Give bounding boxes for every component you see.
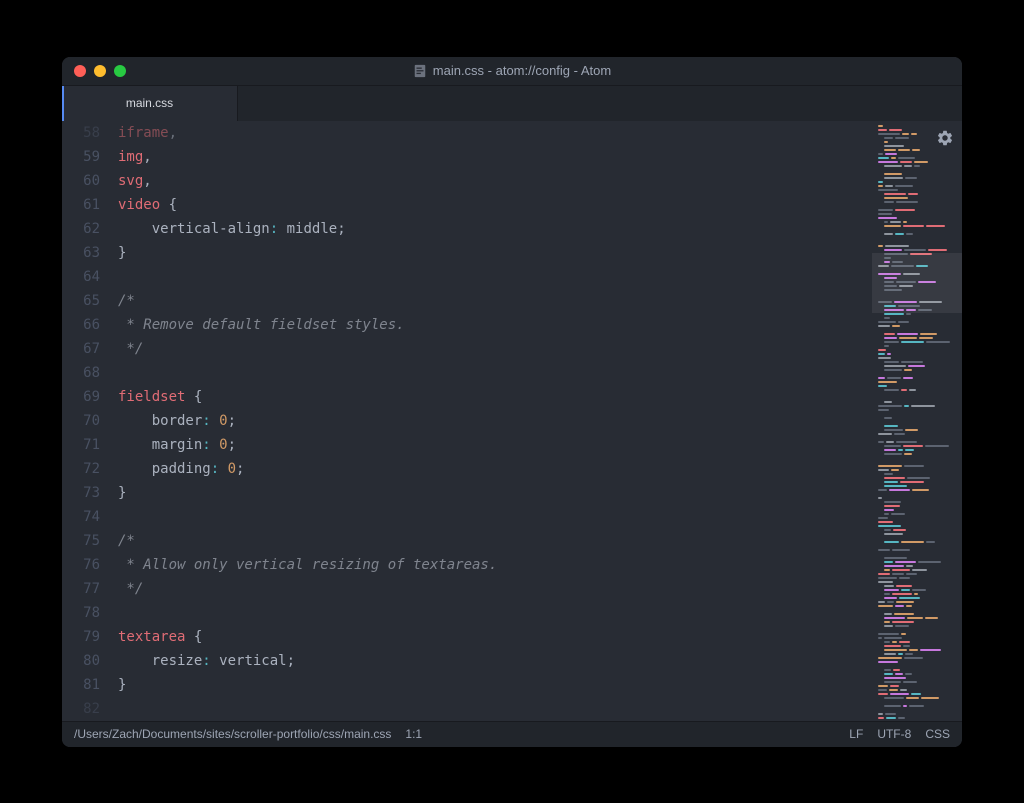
- code-line[interactable]: /*: [118, 289, 872, 313]
- code-line[interactable]: [118, 265, 872, 289]
- code-line[interactable]: */: [118, 337, 872, 361]
- code-editor[interactable]: 5859606162636465666768697071727374757677…: [62, 121, 872, 721]
- line-number[interactable]: 67: [62, 337, 100, 361]
- line-number[interactable]: 73: [62, 481, 100, 505]
- line-number[interactable]: 62: [62, 217, 100, 241]
- code-line[interactable]: [118, 601, 872, 625]
- line-gutter[interactable]: 5859606162636465666768697071727374757677…: [62, 121, 110, 721]
- line-number[interactable]: 82: [62, 697, 100, 721]
- code-line[interactable]: * Remove default fieldset styles.: [118, 313, 872, 337]
- code-line[interactable]: fieldset {: [118, 385, 872, 409]
- file-path[interactable]: /Users/Zach/Documents/sites/scroller-por…: [74, 727, 391, 741]
- code-line[interactable]: margin: 0;: [118, 433, 872, 457]
- encoding[interactable]: UTF-8: [877, 727, 911, 741]
- code-line[interactable]: vertical-align: middle;: [118, 217, 872, 241]
- line-number[interactable]: 74: [62, 505, 100, 529]
- grammar[interactable]: CSS: [925, 727, 950, 741]
- code-line[interactable]: img,: [118, 145, 872, 169]
- cursor-position[interactable]: 1:1: [405, 727, 422, 741]
- window-title: main.css - atom://config - Atom: [62, 63, 962, 78]
- line-number[interactable]: 58: [62, 121, 100, 145]
- code-line[interactable]: [118, 505, 872, 529]
- code-line[interactable]: video {: [118, 193, 872, 217]
- titlebar[interactable]: main.css - atom://config - Atom: [62, 57, 962, 85]
- traffic-lights: [74, 65, 126, 77]
- code-line[interactable]: }: [118, 673, 872, 697]
- status-right: LF UTF-8 CSS: [849, 727, 950, 741]
- line-number[interactable]: 77: [62, 577, 100, 601]
- code-line[interactable]: }: [118, 481, 872, 505]
- line-number[interactable]: 75: [62, 529, 100, 553]
- gear-icon[interactable]: [936, 129, 954, 147]
- code-line[interactable]: [118, 697, 872, 721]
- line-number[interactable]: 66: [62, 313, 100, 337]
- app-window: main.css - atom://config - Atom main.css…: [62, 57, 962, 747]
- code-line[interactable]: }: [118, 241, 872, 265]
- code-line[interactable]: padding: 0;: [118, 457, 872, 481]
- code-line[interactable]: * Allow only vertical resizing of textar…: [118, 553, 872, 577]
- editor-area: 5859606162636465666768697071727374757677…: [62, 121, 962, 721]
- zoom-button[interactable]: [114, 65, 126, 77]
- tab-bar-empty[interactable]: [237, 86, 962, 121]
- tab-main-css[interactable]: main.css: [62, 86, 237, 121]
- line-number[interactable]: 61: [62, 193, 100, 217]
- code-line[interactable]: [118, 361, 872, 385]
- line-number[interactable]: 70: [62, 409, 100, 433]
- line-number[interactable]: 59: [62, 145, 100, 169]
- code-line[interactable]: border: 0;: [118, 409, 872, 433]
- code-line[interactable]: textarea {: [118, 625, 872, 649]
- line-number[interactable]: 72: [62, 457, 100, 481]
- code-line[interactable]: /*: [118, 529, 872, 553]
- status-left: /Users/Zach/Documents/sites/scroller-por…: [74, 727, 849, 741]
- code-line[interactable]: svg,: [118, 169, 872, 193]
- line-number[interactable]: 80: [62, 649, 100, 673]
- code-line[interactable]: resize: vertical;: [118, 649, 872, 673]
- code-line[interactable]: */: [118, 577, 872, 601]
- line-number[interactable]: 60: [62, 169, 100, 193]
- close-button[interactable]: [74, 65, 86, 77]
- tab-bar: main.css: [62, 85, 962, 121]
- line-number[interactable]: 81: [62, 673, 100, 697]
- code-content[interactable]: iframe,img,svg,video { vertical-align: m…: [110, 121, 872, 721]
- line-number[interactable]: 78: [62, 601, 100, 625]
- line-number[interactable]: 65: [62, 289, 100, 313]
- window-title-text: main.css - atom://config - Atom: [433, 63, 611, 78]
- code-line[interactable]: iframe,: [118, 121, 872, 145]
- minimap-viewport[interactable]: [872, 253, 962, 313]
- line-number[interactable]: 68: [62, 361, 100, 385]
- line-number[interactable]: 76: [62, 553, 100, 577]
- file-icon: [413, 64, 427, 78]
- line-number[interactable]: 64: [62, 265, 100, 289]
- status-bar: /Users/Zach/Documents/sites/scroller-por…: [62, 721, 962, 747]
- line-number[interactable]: 63: [62, 241, 100, 265]
- tab-label: main.css: [126, 96, 173, 110]
- minimap[interactable]: [872, 121, 962, 721]
- minimize-button[interactable]: [94, 65, 106, 77]
- line-ending[interactable]: LF: [849, 727, 863, 741]
- line-number[interactable]: 69: [62, 385, 100, 409]
- line-number[interactable]: 79: [62, 625, 100, 649]
- line-number[interactable]: 71: [62, 433, 100, 457]
